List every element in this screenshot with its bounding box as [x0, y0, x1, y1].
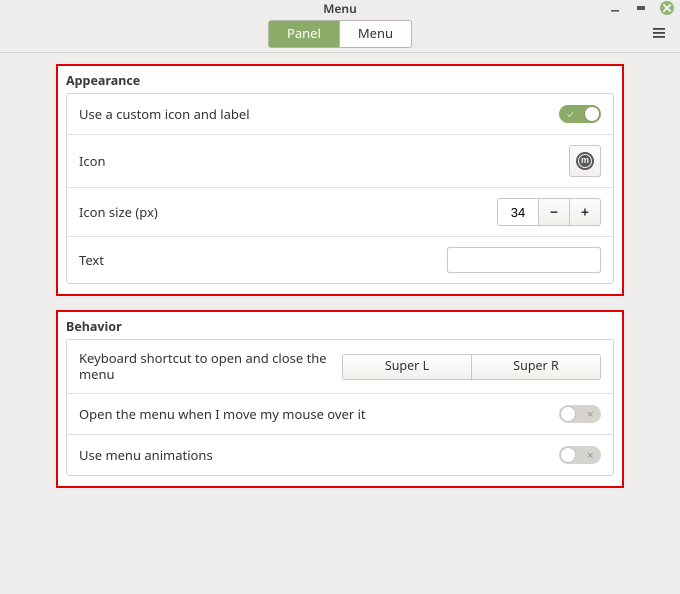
behavior-list: Keyboard shortcut to open and close the … [66, 339, 614, 476]
icon-size-increment[interactable]: + [569, 198, 601, 226]
maximize-button[interactable] [634, 1, 648, 15]
view-tabs: Panel Menu [268, 20, 412, 48]
behavior-title: Behavior [58, 312, 622, 339]
close-button[interactable] [660, 1, 674, 15]
cross-icon: ✕ [586, 449, 594, 462]
menu-animations-toggle[interactable]: ✕ [559, 446, 601, 464]
row-icon: Icon m [67, 134, 613, 187]
window-controls [608, 0, 674, 16]
row-keyboard-shortcut: Keyboard shortcut to open and close the … [67, 340, 613, 393]
minimize-icon [610, 3, 620, 13]
shortcut-label: Keyboard shortcut to open and close the … [79, 350, 339, 383]
mint-logo-icon: m [576, 152, 594, 170]
tabstrip: Panel Menu [0, 16, 680, 53]
shortcut-left-button[interactable]: Super L [343, 355, 471, 379]
menu-animations-label: Use menu animations [79, 446, 559, 464]
row-icon-size: Icon size (px) − + [67, 187, 613, 236]
custom-icon-label: Use a custom icon and label [79, 105, 559, 123]
icon-size-label: Icon size (px) [79, 203, 497, 221]
icon-size-input[interactable] [497, 198, 538, 226]
icon-label: Icon [79, 152, 569, 170]
appearance-panel: Appearance Use a custom icon and label ✓… [56, 64, 624, 296]
open-on-hover-label: Open the menu when I move my mouse over … [79, 405, 559, 423]
workarea: Appearance Use a custom icon and label ✓… [0, 52, 680, 594]
toggle-knob [585, 107, 599, 121]
custom-icon-toggle[interactable]: ✓ [559, 105, 601, 123]
icon-size-stepper: − + [497, 198, 601, 226]
close-icon [663, 4, 671, 12]
maximize-icon [636, 3, 646, 13]
cross-icon: ✕ [586, 408, 594, 421]
open-on-hover-toggle[interactable]: ✕ [559, 405, 601, 423]
titlebar: Menu [0, 0, 680, 16]
row-menu-animations: Use menu animations ✕ [67, 434, 613, 475]
row-open-on-hover: Open the menu when I move my mouse over … [67, 393, 613, 434]
window-title: Menu [323, 1, 356, 17]
icon-picker-button[interactable]: m [569, 145, 601, 177]
icon-size-decrement[interactable]: − [538, 198, 569, 226]
row-text: Text [67, 236, 613, 283]
appearance-list: Use a custom icon and label ✓ Icon m [66, 93, 614, 284]
appearance-title: Appearance [58, 66, 622, 93]
shortcut-picker: Super L Super R [342, 354, 601, 380]
tab-menu[interactable]: Menu [339, 21, 411, 47]
toggle-knob [561, 448, 575, 462]
row-custom-icon-and-label: Use a custom icon and label ✓ [67, 94, 613, 134]
hamburger-icon [652, 27, 666, 39]
minimize-button[interactable] [608, 1, 622, 15]
check-icon: ✓ [567, 108, 573, 121]
hamburger-button[interactable] [652, 25, 666, 43]
tab-panel[interactable]: Panel [269, 21, 339, 47]
text-label: Text [79, 251, 447, 269]
toggle-knob [561, 407, 575, 421]
behavior-panel: Behavior Keyboard shortcut to open and c… [56, 310, 624, 488]
text-field[interactable] [447, 247, 601, 273]
shortcut-right-button[interactable]: Super R [471, 355, 600, 379]
